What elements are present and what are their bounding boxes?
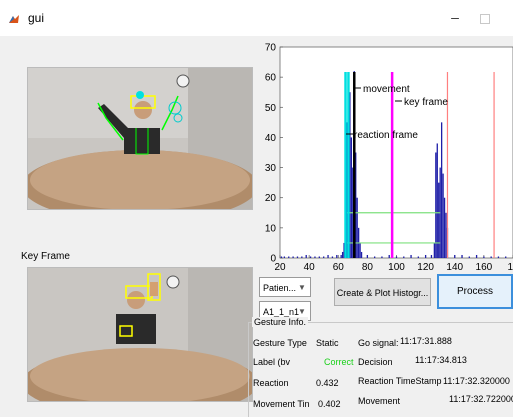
histogram-bar xyxy=(292,256,294,258)
x-tick-label: 140 xyxy=(446,262,463,272)
histogram-bar xyxy=(410,254,412,258)
histogram-bar xyxy=(497,256,500,258)
patient-dropdown-value: Patien... xyxy=(263,283,297,293)
histogram-bar xyxy=(454,254,456,258)
histogram-bar xyxy=(356,197,358,258)
go-signal-label: Go signal: xyxy=(358,338,399,348)
movement-time-label: Movement Tin xyxy=(253,399,310,409)
go-signal-value: 11:17:31.888 xyxy=(400,336,452,346)
histogram-bar xyxy=(435,152,437,258)
histogram-bar xyxy=(381,256,383,258)
matlab-app-icon xyxy=(8,12,20,25)
histogram-bar xyxy=(424,254,427,258)
movement-time-value: 0.402 xyxy=(318,399,341,409)
histogram-bar xyxy=(443,197,446,258)
histogram-bar xyxy=(468,256,470,258)
y-tick-label: 70 xyxy=(265,43,277,54)
histogram-bar xyxy=(340,254,342,258)
histogram-bar xyxy=(318,256,320,258)
histogram-bar xyxy=(301,256,303,258)
histogram-bar xyxy=(388,254,390,258)
histogram-bar xyxy=(442,173,444,258)
histogram-bar xyxy=(430,254,433,258)
histogram-bar xyxy=(366,254,369,258)
histogram-bar xyxy=(505,256,507,258)
histogram-bar xyxy=(359,242,361,258)
reaction-label: Reaction xyxy=(253,378,289,388)
key-frame-image xyxy=(27,267,253,402)
y-tick-label: 10 xyxy=(265,223,277,234)
histogram-bar xyxy=(360,251,363,258)
histogram-bar xyxy=(341,251,344,258)
histogram-bar xyxy=(440,122,443,258)
decision-value: 11:17:34.813 xyxy=(415,355,467,365)
histogram-bar xyxy=(490,256,492,258)
y-tick-label: 60 xyxy=(265,73,277,84)
histogram-bar xyxy=(283,256,286,258)
window-title: gui xyxy=(28,11,45,25)
y-tick-label: 20 xyxy=(265,193,277,204)
chevron-down-icon[interactable]: ▼ xyxy=(296,278,308,298)
plot-area xyxy=(279,46,513,259)
histogram-bar xyxy=(436,143,438,258)
x-tick-label: 160 xyxy=(476,262,493,272)
x-tick-label: 40 xyxy=(304,262,316,272)
x-tick-label: 80 xyxy=(362,262,374,272)
annotation-key-frame: key frame xyxy=(404,97,448,108)
reaction-timestamp-label: Reaction TimeStamp xyxy=(358,376,442,386)
y-tick-label: 40 xyxy=(265,133,277,144)
gesture-type-value: Static xyxy=(316,338,339,348)
histogram-bar xyxy=(374,256,376,258)
x-tick-label: 20 xyxy=(274,262,286,272)
title-bar: gui – xyxy=(0,0,513,36)
histogram-bar xyxy=(433,242,436,258)
histogram-bar xyxy=(417,256,419,258)
histogram-bar xyxy=(350,137,353,258)
x-tick-label: 120 xyxy=(417,262,434,272)
annotation-movement: movement xyxy=(363,84,410,95)
histogram-chart: 0102030405060702040608010012014016018 mo… xyxy=(265,43,513,272)
histogram-bar xyxy=(323,256,325,258)
histogram-bar xyxy=(327,254,329,258)
histogram-bar xyxy=(305,254,307,258)
y-tick-label: 50 xyxy=(265,103,277,114)
patient-dropdown[interactable]: Patien... ▼ xyxy=(259,277,311,297)
histogram-bar xyxy=(331,256,334,258)
maximize-button[interactable] xyxy=(480,14,490,24)
label-bv-label: Label (bv xyxy=(253,357,291,367)
histogram-bar xyxy=(475,254,478,258)
movement-label: Movement xyxy=(358,396,401,406)
histogram-bar xyxy=(280,256,283,258)
decision-label: Decision xyxy=(358,357,393,367)
label-bv-value: Correct xyxy=(324,357,354,367)
process-button[interactable]: Process xyxy=(437,274,513,309)
key-frame-label: Key Frame xyxy=(21,251,70,262)
histogram-bar xyxy=(288,256,290,258)
x-tick-label: 18 xyxy=(507,262,513,272)
minimize-button[interactable]: – xyxy=(446,8,464,26)
x-tick-label: 100 xyxy=(388,262,405,272)
histogram-bar xyxy=(483,256,485,258)
gesture-info-title: Gesture Info. xyxy=(252,317,309,327)
annotation-reaction-frame: reaction frame xyxy=(354,130,418,141)
histogram-bar xyxy=(461,254,463,258)
reaction-timestamp-value: 11:17:32.320000 xyxy=(443,376,510,386)
histogram-bar xyxy=(445,212,447,258)
trial-dropdown-value: A1_1_n1 xyxy=(263,307,300,317)
gesture-type-label: Gesture Type xyxy=(253,338,307,348)
create-plot-histogram-button[interactable]: Create & Plot Histogr... xyxy=(334,278,431,306)
x-tick-label: 60 xyxy=(333,262,345,272)
movement-value: 11:17:32.722000 xyxy=(449,394,513,404)
y-tick-label: 30 xyxy=(265,163,277,174)
histogram-bar xyxy=(438,182,440,258)
histogram-bar xyxy=(395,256,398,258)
histogram-bar xyxy=(309,256,312,258)
histogram-bar xyxy=(296,256,299,258)
histogram-bar xyxy=(314,256,316,258)
histogram-bar xyxy=(336,254,338,258)
video-frame xyxy=(27,67,253,210)
histogram-bar xyxy=(403,256,405,258)
reaction-value: 0.432 xyxy=(316,378,339,388)
